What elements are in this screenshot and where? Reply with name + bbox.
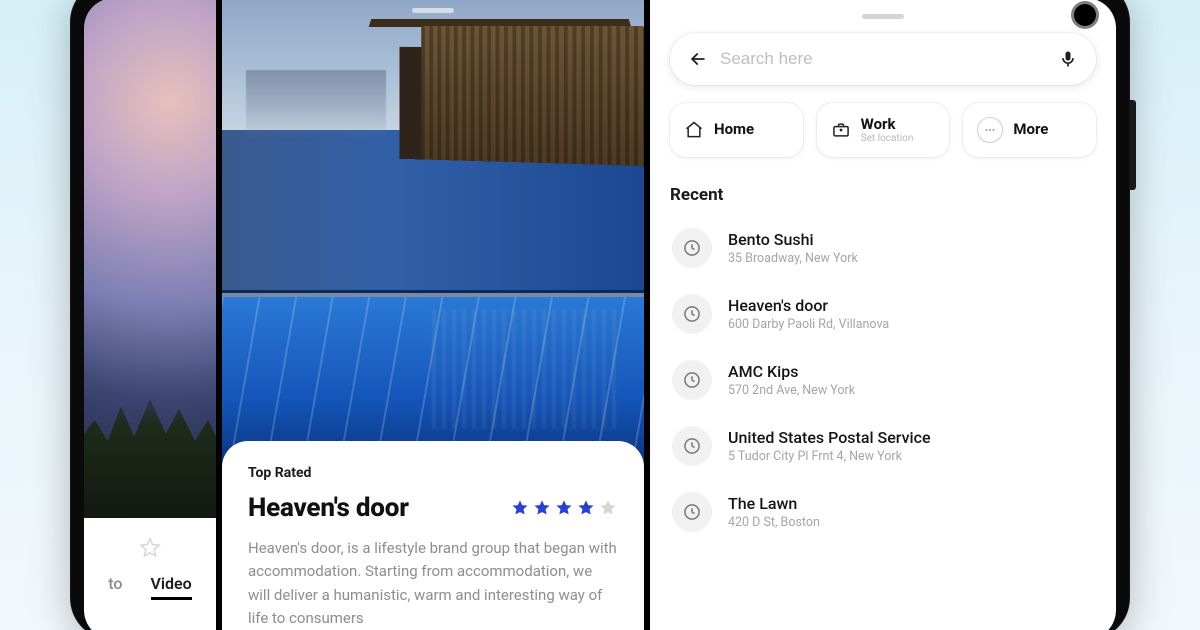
top-rated-badge: Top Rated [248,465,618,481]
treeline-deco [84,378,216,518]
recent-address: 420 D St, Boston [728,515,820,530]
recent-heading: Recent [670,185,1096,205]
detail-card: Top Rated Heaven's door Heaven's door, i… [222,441,644,630]
place-title: Heaven's door [248,493,409,523]
recent-name: Heaven's door [728,296,889,315]
tab-video[interactable]: Video [151,574,192,600]
chip-work[interactable]: WorkSet location [817,103,950,157]
clock-icon [672,360,712,400]
recent-item[interactable]: Heaven's door 600 Darby Paoli Rd, Villano… [670,281,1096,347]
pane-gallery: to Video [84,0,216,630]
gallery-bottom-bar: to Video [84,518,216,630]
screen: to Video Top Rated Heaven's door [84,0,1116,630]
clock-icon [672,228,712,268]
recent-address: 5 Tudor City Pl Frnt 4, New York [728,449,931,464]
recent-address: 35 Broadway, New York [728,251,858,266]
tablet-frame: to Video Top Rated Heaven's door [70,0,1130,630]
home-icon [684,120,704,140]
star-icon [532,498,552,518]
recent-item[interactable]: United States Postal Service 5 Tudor City… [670,413,1096,479]
chip-sub: Set location [861,133,914,145]
drag-handle[interactable] [412,8,454,13]
recent-name: AMC Kips [728,362,855,381]
drag-handle[interactable] [862,14,904,19]
work-icon [831,120,851,140]
hero-deco [246,70,386,140]
recent-item[interactable]: AMC Kips 570 2nd Ave, New York [670,347,1096,413]
hero-deco [432,309,622,429]
star-icon [598,498,618,518]
recent-name: Bento Sushi [728,230,858,249]
recent-address: 600 Darby Paoli Rd, Villanova [728,317,889,332]
chip-more[interactable]: More [963,103,1096,157]
clock-icon [672,492,712,532]
front-camera [1074,4,1096,26]
rating-stars [510,498,618,518]
star-icon [576,498,596,518]
recent-address: 570 2nd Ave, New York [728,383,855,398]
shortcut-chips: Home WorkSet location More [670,103,1096,157]
chip-label: Home [714,121,754,138]
recent-item[interactable]: Bento Sushi 35 Broadway, New York [670,215,1096,281]
recent-list: Bento Sushi 35 Broadway, New York Heaven's… [670,215,1096,545]
chip-label: More [1013,121,1048,138]
clock-icon [672,426,712,466]
place-hero-image[interactable] [222,0,644,469]
recent-item[interactable]: The Lawn 420 D St, Boston [670,479,1096,545]
landscape-photo[interactable] [84,0,216,518]
recent-name: The Lawn [728,494,820,513]
star-icon [510,498,530,518]
clock-icon [672,294,712,334]
favorite-icon[interactable] [138,536,162,560]
tab-photo-partial[interactable]: to [108,574,122,593]
place-description: Heaven's door, is a lifestyle brand grou… [248,537,618,630]
pane-search: Home WorkSet location More Recent Bento S… [650,0,1116,630]
back-arrow-icon[interactable] [688,49,708,69]
recent-name: United States Postal Service [728,428,931,447]
search-bar[interactable] [670,33,1096,85]
hero-deco [421,26,644,166]
mic-icon[interactable] [1058,49,1078,69]
chip-label: Work [861,116,914,133]
more-icon [977,117,1003,143]
media-tabs: to Video [108,574,191,600]
pane-place-detail: Top Rated Heaven's door Heaven's door, i… [222,0,644,630]
power-button [1130,100,1136,190]
chip-home[interactable]: Home [670,103,803,157]
search-input[interactable] [720,49,1046,69]
star-icon [554,498,574,518]
